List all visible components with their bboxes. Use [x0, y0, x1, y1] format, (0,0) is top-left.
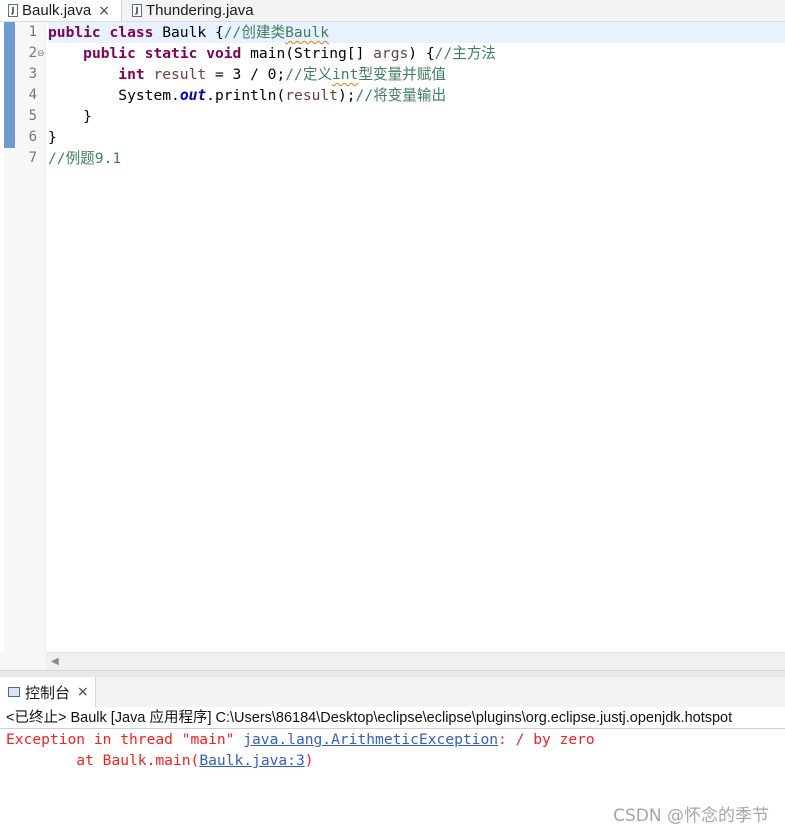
line-number: 5 — [28, 108, 37, 124]
horizontal-scrollbar[interactable]: ◀ — [46, 652, 785, 670]
code-line-7[interactable]: //例题9.1 — [48, 148, 121, 169]
console-launch-description: <已终止> Baulk [Java 应用程序] C:\Users\86184\D… — [0, 708, 785, 729]
code-line-6[interactable]: } — [48, 127, 57, 148]
comment: //主方法 — [434, 45, 497, 62]
close-tab-icon[interactable]: × — [98, 3, 110, 19]
line-number: 1 — [28, 24, 37, 40]
error-text: Exception in thread "main" — [6, 731, 244, 748]
local-variable: result — [153, 66, 207, 83]
comment-spellcheck: Baulk — [285, 24, 330, 41]
expression: = 3 / 0; — [206, 66, 286, 83]
error-line: Exception in thread "main" java.lang.Ari… — [6, 729, 595, 750]
comment: 型变量并赋值 — [358, 66, 446, 83]
watermark: CSDN @怀念的季节 — [613, 806, 769, 826]
line-number: 3 — [28, 66, 37, 82]
ruler-bottom — [0, 652, 46, 670]
keyword: int — [118, 66, 145, 83]
line-number: 6 — [28, 129, 37, 145]
error-text: at Baulk.main( — [6, 752, 200, 769]
comment: //创建类 — [223, 24, 286, 41]
comment: //定义 — [285, 66, 333, 83]
java-file-icon: J — [132, 4, 142, 17]
tab-baulk-java[interactable]: J Baulk.java × — [0, 0, 122, 21]
line-number: 2 — [28, 45, 37, 61]
console-tab-bar: 控制台 × — [0, 677, 785, 707]
tab-label: Baulk.java — [22, 2, 92, 19]
line-number: 4 — [28, 87, 37, 103]
keyword: class — [109, 24, 154, 41]
code-line-1[interactable]: public class Baulk {//创建类Baulk — [48, 22, 785, 43]
comment: //将变量输出 — [355, 87, 447, 104]
keyword: public — [48, 24, 101, 41]
local-variable: result — [285, 87, 338, 104]
code-editor[interactable]: 1 2 ⊖ 3 4 5 6 7 public class Baulk {//创建… — [0, 22, 785, 652]
code-line-4[interactable]: System.out.println(result);//将变量输出 — [48, 85, 446, 106]
fold-collapse-icon[interactable]: ⊖ — [37, 49, 45, 59]
close-tab-icon[interactable]: × — [77, 684, 89, 700]
keyword: public — [83, 45, 136, 62]
brace: ) { — [408, 45, 435, 62]
scroll-left-icon[interactable]: ◀ — [51, 656, 59, 667]
parameter: args — [373, 45, 409, 62]
statement-end: ); — [337, 87, 356, 104]
tab-label: Thundering.java — [146, 2, 254, 19]
keyword: void — [206, 45, 242, 62]
tab-label: 控制台 — [25, 684, 71, 702]
tab-console[interactable]: 控制台 × — [0, 677, 96, 707]
comment: //例题9.1 — [48, 150, 122, 167]
code-line-5[interactable]: } — [48, 106, 92, 127]
class-reference: System. — [118, 87, 180, 104]
exception-link[interactable]: java.lang.ArithmeticException — [243, 731, 498, 748]
class-declaration: Baulk { — [153, 24, 224, 41]
method-call: .println( — [206, 87, 286, 104]
console-icon — [8, 687, 20, 697]
code-line-3[interactable]: int result = 3 / 0;//定义int型变量并赋值 — [48, 64, 446, 85]
error-text: ) — [304, 752, 314, 769]
comment-spellcheck: int — [332, 66, 359, 83]
java-file-icon: J — [8, 4, 18, 17]
change-marker-bar — [4, 22, 15, 148]
source-link[interactable]: Baulk.java:3 — [199, 752, 304, 769]
method-signature: main(String[] — [241, 45, 374, 62]
tab-thundering-java[interactable]: J Thundering.java — [124, 0, 274, 21]
panel-separator[interactable] — [0, 670, 785, 677]
line-number: 7 — [28, 150, 37, 166]
keyword: static — [144, 45, 198, 62]
editor-tab-bar: J Baulk.java × J Thundering.java — [0, 0, 785, 22]
code-line-2[interactable]: public static void main(String[] args) {… — [48, 43, 496, 64]
stack-trace-line: at Baulk.main(Baulk.java:3) — [6, 750, 314, 771]
error-text: : / by zero — [498, 731, 595, 748]
static-field: out — [179, 87, 207, 104]
